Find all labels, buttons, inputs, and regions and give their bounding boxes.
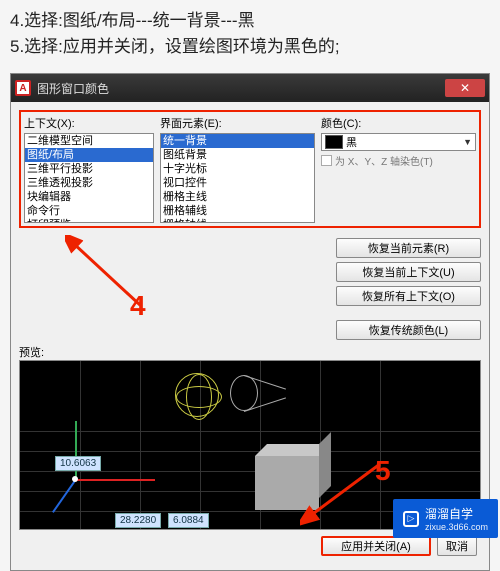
list-item[interactable]: 栅格辅线 <box>161 204 314 218</box>
watermark: ▷ 溜溜自学 zixue.3d66.com <box>393 499 498 538</box>
checkbox-icon <box>321 155 332 166</box>
watermark-url: zixue.3d66.com <box>425 522 488 532</box>
list-item[interactable]: 图纸/布局 <box>25 148 153 162</box>
list-item[interactable]: 二维模型空间 <box>25 134 153 148</box>
color-swatch-icon <box>325 135 343 149</box>
color-label: 颜色(C): <box>321 115 476 131</box>
interface-listbox[interactable]: 统一背景 图纸背景 十字光标 视口控件 栅格主线 栅格辅线 栅格轴线 自动追踪矢… <box>160 133 315 223</box>
list-item[interactable]: 栅格轴线 <box>161 218 314 223</box>
list-item[interactable]: 统一背景 <box>161 134 314 148</box>
coordinate-readout: 10.6063 <box>55 456 101 471</box>
apply-and-close-button[interactable]: 应用并关闭(A) <box>321 536 431 556</box>
z-axis-icon <box>52 479 77 513</box>
wireframe-sphere-icon <box>175 373 219 417</box>
restore-all-context-button[interactable]: 恢复所有上下文(O) <box>336 286 481 306</box>
annotation-number: 4 <box>130 290 146 322</box>
close-icon[interactable]: ✕ <box>445 79 485 97</box>
coordinate-readout: 6.0884 <box>168 513 209 528</box>
color-select[interactable]: 黑 ▼ <box>321 133 476 151</box>
y-axis-icon <box>75 421 77 481</box>
x-axis-icon <box>75 479 155 481</box>
tint-axis-label: 为 X、Y、Z 轴染色(T) <box>335 153 433 168</box>
list-item[interactable]: 三维平行投影 <box>25 162 153 176</box>
interface-label: 界面元素(E): <box>160 115 315 131</box>
context-label: 上下文(X): <box>24 115 154 131</box>
coordinate-readout: 28.2280 <box>115 513 161 528</box>
instruction-line-2: 5.选择:应用并关闭，设置绘图环境为黑色的; <box>10 34 490 60</box>
cancel-button[interactable]: 取消 <box>437 536 477 556</box>
wireframe-cone-icon <box>230 369 286 417</box>
chevron-down-icon: ▼ <box>463 137 472 147</box>
dialog-title: 图形窗口颜色 <box>37 80 445 97</box>
dialog-window: A 图形窗口颜色 ✕ 上下文(X): 二维模型空间 图纸/布局 三维平行投影 三… <box>10 73 490 571</box>
titlebar: A 图形窗口颜色 ✕ <box>11 74 489 102</box>
list-item[interactable]: 图纸背景 <box>161 148 314 162</box>
restore-current-element-button[interactable]: 恢复当前元素(R) <box>336 238 481 258</box>
list-item[interactable]: 栅格主线 <box>161 190 314 204</box>
list-item[interactable]: 打印预览 <box>25 218 153 223</box>
instruction-line-1: 4.选择:图纸/布局---统一背景---黑 <box>10 8 490 34</box>
list-item[interactable]: 块编辑器 <box>25 190 153 204</box>
origin-point-icon <box>72 476 78 482</box>
preview-label: 预览: <box>19 344 481 360</box>
list-item[interactable]: 三维透视投影 <box>25 176 153 190</box>
solid-cube-icon <box>255 456 319 510</box>
context-listbox[interactable]: 二维模型空间 图纸/布局 三维平行投影 三维透视投影 块编辑器 命令行 打印预览 <box>24 133 154 223</box>
app-logo-icon: A <box>15 80 31 96</box>
list-item[interactable]: 十字光标 <box>161 162 314 176</box>
restore-current-context-button[interactable]: 恢复当前上下文(U) <box>336 262 481 282</box>
annotation-number: 5 <box>375 455 391 487</box>
highlight-region-top: 上下文(X): 二维模型空间 图纸/布局 三维平行投影 三维透视投影 块编辑器 … <box>19 110 481 228</box>
color-value: 黑 <box>346 134 357 150</box>
restore-classic-button[interactable]: 恢复传统颜色(L) <box>336 320 481 340</box>
watermark-brand: 溜溜自学 <box>425 507 473 521</box>
list-item[interactable]: 命令行 <box>25 204 153 218</box>
play-icon: ▷ <box>403 511 419 527</box>
list-item[interactable]: 视口控件 <box>161 176 314 190</box>
tint-axis-checkbox[interactable]: 为 X、Y、Z 轴染色(T) <box>321 153 476 168</box>
